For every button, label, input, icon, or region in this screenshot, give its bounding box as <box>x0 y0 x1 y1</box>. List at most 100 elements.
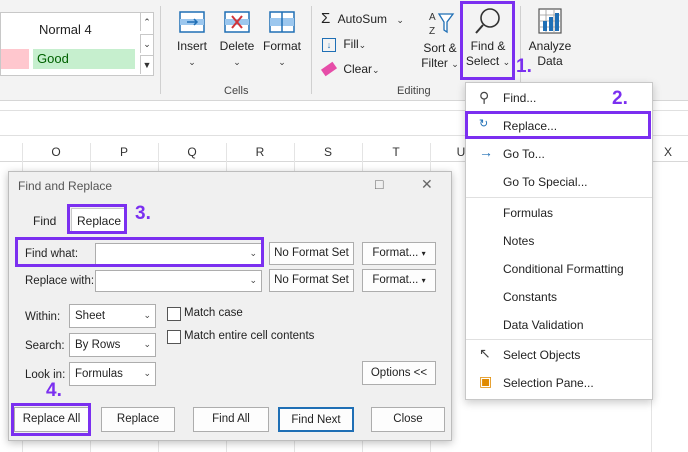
delete-button[interactable]: Delete ⌄ <box>217 8 257 68</box>
menu-separator <box>466 339 652 340</box>
separator <box>311 6 312 94</box>
eraser-icon <box>320 61 338 77</box>
chevron-down-icon: ⌄ <box>278 57 286 67</box>
highlight-find-select <box>460 1 515 80</box>
format-button[interactable]: Format ⌄ <box>260 8 304 68</box>
close-button[interactable]: Close <box>371 407 445 432</box>
within-select[interactable]: Sheet ⌄ <box>69 304 156 328</box>
delete-label: Delete <box>219 39 255 53</box>
insert-label: Insert <box>176 39 207 53</box>
menu-item-find[interactable]: Find... <box>503 91 536 105</box>
clear-label: Clear <box>343 62 373 76</box>
match-entire-label: Match entire cell contents <box>184 330 315 342</box>
delete-cells-icon <box>224 11 250 33</box>
column-header[interactable]: S <box>318 145 338 159</box>
sort-filter-icon: A Z <box>429 12 455 37</box>
column-header[interactable]: X <box>658 145 678 159</box>
analyze-data-icon <box>538 8 562 34</box>
search-select[interactable]: By Rows ⌄ <box>69 333 156 357</box>
style-normal-4[interactable]: Normal 4 <box>35 20 135 40</box>
analyze-label-2: Data <box>537 54 563 68</box>
find-format-label: Format... <box>372 247 419 259</box>
menu-separator <box>466 197 652 198</box>
menu-item-goto[interactable]: Go To... <box>503 147 545 161</box>
column-header[interactable]: Q <box>182 145 202 159</box>
gallery-more[interactable]: ▼ <box>140 55 153 74</box>
insert-cells-icon <box>179 11 205 33</box>
find-next-button[interactable]: Find Next <box>278 407 354 432</box>
menu-item-goto-special[interactable]: Go To Special... <box>503 175 588 189</box>
find-format-preview: No Format Set <box>269 242 354 265</box>
chevron-down-icon: ⌄ <box>451 59 459 69</box>
within-label: Within: <box>25 311 61 323</box>
menu-item-conditional-formatting[interactable]: Conditional Formatting <box>503 262 624 276</box>
menu-item-data-validation[interactable]: Data Validation <box>503 318 584 332</box>
replace-with-label: Replace with: <box>25 275 95 287</box>
replace-format-button[interactable]: Format... ▾ <box>362 269 436 292</box>
cell-styles-gallery: Normal 4 Good ⌃ ⌄ ▼ <box>0 12 154 76</box>
menu-item-formulas[interactable]: Formulas <box>503 206 553 220</box>
column-header[interactable]: T <box>386 145 406 159</box>
sigma-icon: Σ <box>321 10 331 27</box>
autosum-button[interactable]: Σ AutoSum ⌄ <box>321 10 404 27</box>
separator <box>520 6 521 94</box>
clear-button[interactable]: Clear⌄ <box>320 61 380 77</box>
match-case-checkbox[interactable] <box>167 307 181 321</box>
lookin-value: Formulas <box>75 368 123 380</box>
gallery-scroll-down[interactable]: ⌄ <box>140 34 153 53</box>
sort-filter-button[interactable]: A Z Sort & Filter ⌄ <box>420 8 460 72</box>
tab-find[interactable]: Find <box>33 214 56 228</box>
options-button[interactable]: Options << <box>362 361 436 385</box>
close-icon[interactable]: ✕ <box>421 176 433 193</box>
column-header[interactable]: P <box>114 145 134 159</box>
fill-label: Fill <box>343 37 359 51</box>
fill-down-icon: ↓ <box>322 38 336 52</box>
chevron-down-icon: ⌄ <box>188 57 196 67</box>
style-bad-swatch[interactable] <box>1 49 29 69</box>
menu-item-notes[interactable]: Notes <box>503 234 534 248</box>
chevron-down-icon: ⌄ <box>233 57 241 67</box>
analyze-data-button[interactable]: Analyze Data <box>526 6 574 69</box>
step-2-label: 2. <box>612 88 628 109</box>
insert-button[interactable]: Insert ⌄ <box>172 8 212 68</box>
highlight-replace-menu-item <box>465 111 651 139</box>
menu-item-select-objects[interactable]: Select Objects <box>503 348 580 362</box>
arrow-right-icon: → <box>479 144 493 160</box>
column-header[interactable]: O <box>46 145 66 159</box>
fill-button[interactable]: ↓ Fill⌄ <box>322 37 366 52</box>
style-good[interactable]: Good <box>33 49 135 69</box>
dialog-title: Find and Replace <box>18 179 113 193</box>
separator <box>160 6 161 94</box>
find-all-button[interactable]: Find All <box>193 407 269 432</box>
step-4-label: 4. <box>46 380 62 401</box>
match-case-label: Match case <box>184 307 243 319</box>
replace-with-input[interactable]: ⌄ <box>95 270 262 292</box>
gallery-scroll-up[interactable]: ⌃ <box>140 13 153 31</box>
selection-pane-icon: ▣ <box>479 373 493 389</box>
cursor-arrow-icon: ↖ <box>479 345 491 361</box>
editing-group-label: Editing <box>397 85 431 97</box>
analyze-label-1: Analyze <box>528 39 572 53</box>
sort-filter-label-2: Filter <box>421 56 448 70</box>
match-entire-checkbox[interactable] <box>167 330 181 344</box>
maximize-icon[interactable]: □ <box>375 176 383 192</box>
lookin-select[interactable]: Formulas ⌄ <box>69 362 156 386</box>
sort-filter-label-1: Sort & <box>423 41 457 55</box>
menu-item-selection-pane[interactable]: Selection Pane... <box>503 376 594 390</box>
highlight-replace-all <box>11 403 91 436</box>
highlight-replace-tab <box>67 204 127 234</box>
chevron-down-icon: ⌄ <box>249 275 257 285</box>
svg-text:Z: Z <box>429 26 435 37</box>
chevron-down-icon: ⌄ <box>396 15 404 25</box>
dropdown-arrow-icon: ▾ <box>421 276 426 285</box>
search-label: Search: <box>25 340 65 352</box>
replace-button[interactable]: Replace <box>101 407 175 432</box>
column-header[interactable]: R <box>250 145 270 159</box>
chevron-down-icon: ⌄ <box>358 40 367 50</box>
svg-text:A: A <box>429 12 436 23</box>
find-format-button[interactable]: Format... ▾ <box>362 242 436 265</box>
step-3-label: 3. <box>135 203 151 224</box>
within-value: Sheet <box>75 310 106 322</box>
format-cells-icon <box>269 11 295 33</box>
menu-item-constants[interactable]: Constants <box>503 290 557 304</box>
